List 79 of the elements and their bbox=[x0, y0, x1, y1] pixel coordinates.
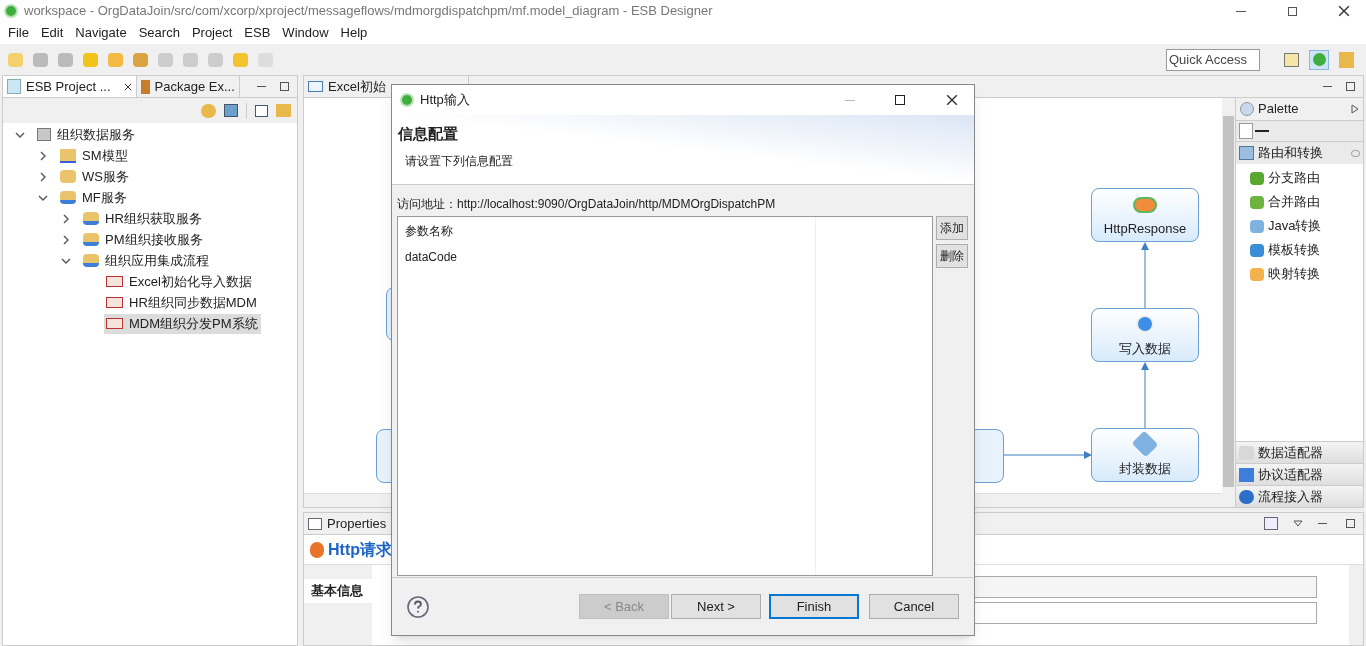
flow-file-icon bbox=[106, 297, 123, 308]
tree-item[interactable]: 组织应用集成流程 bbox=[105, 250, 209, 271]
esb-perspective-icon[interactable] bbox=[1309, 49, 1329, 70]
app-logo-icon bbox=[400, 93, 414, 107]
dialog-button[interactable]: Next > bbox=[671, 594, 761, 619]
tree-item[interactable]: MF服务 bbox=[82, 187, 127, 208]
maximize-icon[interactable] bbox=[1346, 519, 1355, 528]
restore-icon[interactable] bbox=[1288, 6, 1297, 16]
menu-item[interactable]: Project bbox=[185, 23, 239, 43]
tree-item[interactable]: HR组织获取服务 bbox=[105, 208, 202, 229]
connector-arrow bbox=[1140, 362, 1150, 428]
table-action-button[interactable]: 添加 bbox=[936, 216, 968, 240]
view-menu-icon[interactable] bbox=[1293, 520, 1303, 527]
table-cell-text: dataCode bbox=[405, 249, 459, 266]
flow-file-icon bbox=[106, 276, 123, 287]
folder-icon bbox=[83, 212, 99, 225]
minimize-icon[interactable] bbox=[1236, 10, 1246, 12]
tree-item[interactable]: Excel初始化导入数据 bbox=[129, 271, 252, 292]
table-action-button[interactable]: 删除 bbox=[936, 244, 968, 268]
collapsed-chevron-icon[interactable] bbox=[38, 150, 48, 161]
palette-drawer[interactable]: 数据适配器 bbox=[1236, 441, 1363, 463]
tree-item[interactable]: 组织数据服务 bbox=[57, 124, 135, 145]
collapsed-chevron-icon[interactable] bbox=[38, 171, 48, 182]
connector-arrow bbox=[1140, 242, 1150, 308]
collapsed-chevron-icon[interactable] bbox=[61, 213, 71, 224]
maximize-icon[interactable] bbox=[280, 82, 289, 91]
tree-item[interactable]: SM模型 bbox=[82, 145, 128, 166]
column-header: 参数名称 bbox=[405, 223, 454, 240]
flow-file-icon bbox=[106, 318, 123, 329]
panel-tab[interactable]: ESB Project ... bbox=[3, 76, 137, 97]
collapse-all-icon bbox=[255, 104, 268, 117]
close-icon[interactable] bbox=[123, 82, 132, 91]
tree-item[interactable]: PM组织接收服务 bbox=[105, 229, 203, 250]
dialog-button[interactable]: Finish bbox=[769, 594, 859, 619]
palette-drawer[interactable]: 协议适配器 bbox=[1236, 463, 1363, 485]
palette-drawer[interactable]: 流程接入器 bbox=[1236, 485, 1363, 507]
node-label: 写入数据 bbox=[1119, 339, 1171, 358]
expand-triangle-icon[interactable] bbox=[1351, 104, 1359, 114]
dialog-button[interactable]: Cancel bbox=[869, 594, 959, 619]
node-label: HttpResponse bbox=[1103, 219, 1187, 238]
address-text: 访问地址：http://localhost:9090/OrgDataJoin/http/MDMOrgDispatchPM bbox=[397, 196, 777, 213]
dialog-heading: 信息配置 bbox=[398, 124, 459, 144]
dialog-description: 请设置下列信息配置 bbox=[404, 152, 514, 170]
palette-group-header[interactable]: 路由和转换 bbox=[1236, 142, 1363, 164]
palette-item[interactable]: 分支路由 bbox=[1236, 166, 1363, 190]
help-icon[interactable] bbox=[407, 595, 429, 618]
menu-item[interactable]: Help bbox=[334, 23, 374, 43]
tree-item[interactable]: HR组织同步数据MDM bbox=[129, 292, 257, 313]
folder-icon bbox=[83, 233, 99, 246]
menu-item[interactable]: Navigate bbox=[69, 23, 133, 43]
menu-item[interactable]: File bbox=[2, 23, 35, 43]
menu-item[interactable]: Edit bbox=[34, 23, 70, 43]
window-title: workspace - OrgDataJoin/src/com/xcorp/xproject/messageflows/mdmorgdispatchpm/mf.model_diagram - ESB Designer bbox=[24, 2, 713, 21]
folder-icon bbox=[83, 254, 99, 267]
menu-item[interactable]: Window bbox=[276, 23, 335, 43]
folder-icon bbox=[60, 191, 76, 204]
node-label: 封装数据 bbox=[1119, 459, 1171, 478]
app-logo-icon bbox=[4, 4, 18, 18]
tree-item[interactable]: WS服务 bbox=[82, 166, 129, 187]
palette-title: Palette bbox=[1258, 100, 1299, 119]
palette-item[interactable]: Java转换 bbox=[1236, 214, 1363, 238]
palette-item[interactable]: 映射转换 bbox=[1236, 262, 1363, 286]
select-cursor-icon[interactable] bbox=[1239, 123, 1253, 139]
collapsed-chevron-icon[interactable] bbox=[61, 234, 71, 245]
open-perspective-icon[interactable] bbox=[1284, 52, 1299, 67]
properties-heading: Http请求 bbox=[328, 539, 392, 560]
table-icon bbox=[308, 517, 322, 530]
panel-tab[interactable]: Properties bbox=[327, 513, 387, 534]
close-icon[interactable] bbox=[946, 94, 958, 106]
maximize-icon[interactable] bbox=[1346, 82, 1355, 91]
quick-access-field[interactable]: Quick Access bbox=[1166, 48, 1260, 71]
palette-item[interactable]: 合并路由 bbox=[1236, 190, 1363, 214]
envelope-icon bbox=[308, 81, 323, 92]
property-tab[interactable]: 基本信息 bbox=[304, 579, 372, 603]
palette-item[interactable]: 模板转换 bbox=[1236, 238, 1363, 262]
maximize-icon[interactable] bbox=[895, 95, 905, 105]
menu-item[interactable]: Search bbox=[132, 23, 186, 43]
close-icon[interactable] bbox=[1338, 5, 1350, 17]
menu-item[interactable]: ESB bbox=[238, 23, 277, 43]
